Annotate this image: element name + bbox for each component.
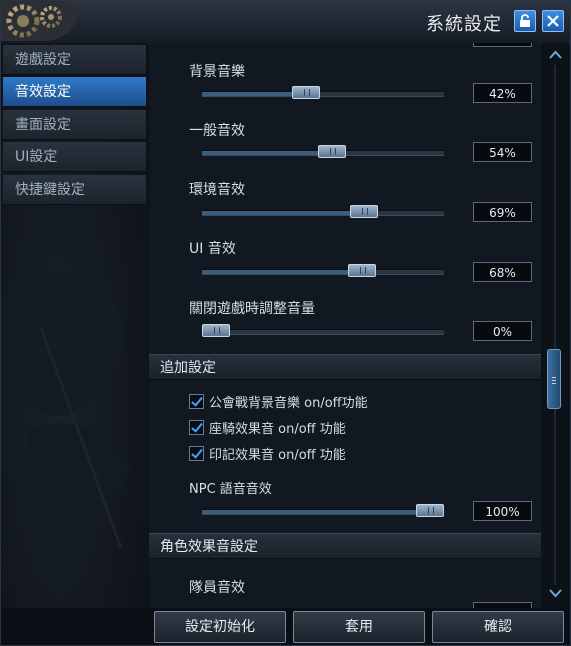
chevron-down-icon[interactable] [548, 587, 563, 599]
sidebar-item-game-settings[interactable]: 遊戲設定 [3, 45, 146, 75]
scrollbar-track[interactable] [554, 65, 556, 585]
sidebar-item-ui-settings[interactable]: UI設定 [3, 142, 146, 172]
chevron-up-icon[interactable] [548, 49, 563, 61]
ambient-slider-thumb[interactable] [349, 205, 378, 218]
close-adjust-slider[interactable] [202, 324, 444, 337]
npc-voice-slider[interactable] [202, 504, 444, 517]
sidebar-item-display-settings[interactable]: 畫面設定 [3, 110, 146, 140]
window-title: 系統設定 [426, 14, 502, 35]
apply-button[interactable]: 套用 [293, 611, 425, 643]
close-adjust-value[interactable]: 0% [473, 321, 532, 341]
bgm-label: 背景音樂 [189, 64, 245, 80]
close-icon [547, 15, 559, 27]
party-sound-label: 隊員音效 [189, 580, 245, 596]
stigma-sound-checkbox[interactable] [189, 445, 204, 461]
effects-value[interactable]: 54% [473, 142, 532, 162]
close-button[interactable] [542, 10, 564, 32]
stigma-sound-label: 印記效果音 on/off 功能 [209, 447, 346, 463]
sidebar-item-sound-settings[interactable]: 音效設定 [3, 77, 146, 107]
lock-button[interactable] [514, 10, 536, 32]
background-art [11, 270, 132, 549]
gear-logo-icon [1, 1, 81, 41]
ambient-label: 環境音效 [189, 182, 245, 198]
npc-voice-label: NPC 語音音效 [189, 482, 272, 497]
mount-sound-option[interactable]: 座騎效果音 on/off 功能 [189, 418, 346, 437]
scrolled-value-box [473, 43, 532, 47]
lock-icon [520, 14, 530, 27]
npc-voice-slider-thumb[interactable] [416, 504, 444, 517]
settings-content: 背景音樂 42% 一般音效 54% 環境音效 69% UI 音效 68% 關閉遊… [149, 43, 541, 608]
confirm-button[interactable]: 確認 [432, 611, 564, 643]
sidebar-item-hotkey-settings[interactable]: 快捷鍵設定 [3, 175, 146, 205]
sidebar: 遊戲設定 音效設定 畫面設定 UI設定 快捷鍵設定 [1, 43, 148, 608]
character-sound-header: 角色效果音設定 [149, 533, 541, 559]
footer: 設定初始化 套用 確認 [1, 608, 570, 645]
additional-settings-header: 追加設定 [149, 354, 541, 380]
close-adjust-label: 關閉遊戲時調整音量 [189, 301, 315, 317]
stigma-sound-option[interactable]: 印記效果音 on/off 功能 [189, 444, 346, 463]
npc-voice-value[interactable]: 100% [473, 501, 532, 521]
guild-war-bgm-checkbox[interactable] [189, 393, 204, 409]
mount-sound-checkbox[interactable] [189, 419, 204, 435]
scrollbar[interactable] [542, 43, 569, 608]
bgm-value[interactable]: 42% [473, 83, 532, 103]
effects-slider-thumb[interactable] [317, 145, 346, 158]
scrollbar-thumb[interactable] [547, 349, 561, 409]
effects-label: 一般音效 [189, 123, 245, 139]
close-adjust-slider-thumb[interactable] [202, 324, 230, 337]
mount-sound-label: 座騎效果音 on/off 功能 [209, 421, 346, 437]
ui-sound-slider-thumb[interactable] [347, 264, 376, 277]
ambient-slider[interactable] [202, 205, 444, 218]
guild-war-bgm-option[interactable]: 公會戰背景音樂 on/off功能 [189, 392, 368, 411]
effects-slider[interactable] [202, 145, 444, 158]
ambient-value[interactable]: 69% [473, 202, 532, 222]
ui-sound-slider[interactable] [202, 264, 444, 277]
bgm-slider[interactable] [202, 86, 444, 99]
reset-settings-button[interactable]: 設定初始化 [154, 611, 286, 643]
title-bar[interactable]: 系統設定 [1, 1, 570, 44]
ui-sound-label: UI 音效 [189, 241, 236, 257]
guild-war-bgm-label: 公會戰背景音樂 on/off功能 [209, 395, 368, 411]
settings-window: 系統設定 遊戲設定 音效設定 畫面設定 UI設定 快捷鍵設定 背景音樂 42% … [0, 0, 571, 646]
ui-sound-value[interactable]: 68% [473, 262, 532, 282]
bgm-slider-thumb[interactable] [291, 86, 320, 99]
